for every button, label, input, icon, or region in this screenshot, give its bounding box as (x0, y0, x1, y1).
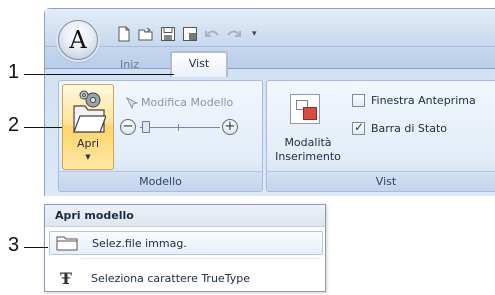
redo-icon[interactable] (226, 26, 242, 42)
slider-tick (178, 124, 179, 131)
group-vist-label: Vist (267, 171, 495, 191)
apri-label: Apri (76, 137, 100, 150)
menu-item-label: Selez.file immag. (92, 236, 187, 250)
undo-icon[interactable] (204, 26, 220, 42)
modalita-inserimento-button[interactable]: Modalità Inserimento (272, 86, 344, 172)
title-bar (45, 9, 495, 47)
application-button[interactable]: A (58, 20, 98, 60)
quick-access-toolbar: ▾ (116, 25, 257, 43)
customize-toolbar-arrow[interactable]: ▾ (252, 29, 257, 39)
finestra-anteprima-label: Finestra Anteprima (371, 94, 476, 107)
app-logo-letter: A (69, 26, 87, 54)
apri-dropdown-menu: Apri modello Selez.file immag. Ŧ Selezio… (44, 204, 326, 292)
tab-vist[interactable]: Vist (170, 51, 228, 77)
edit-template-icon (126, 96, 138, 109)
barra-di-stato-checkbox[interactable] (352, 120, 365, 135)
barra-di-stato-label: Barra di Stato (371, 122, 447, 135)
modalita-inserimento-label: Modalità Inserimento (275, 136, 341, 163)
zoom-slider[interactable]: − + (118, 118, 242, 136)
open-template-icon (73, 90, 106, 133)
callout-2: 2 (8, 114, 20, 136)
callout-3: 3 (8, 234, 20, 256)
callout-3-line (24, 247, 48, 248)
new-document-icon[interactable] (116, 26, 132, 42)
finestra-anteprima-check[interactable]: Finestra Anteprima (352, 94, 476, 107)
apri-button[interactable]: Apri ▼ (62, 84, 114, 170)
tab-vist-label: Vist (188, 57, 210, 70)
group-modello-label: Modello (59, 171, 262, 191)
menu-item-seleziona-truetype[interactable]: Ŧ Seleziona carattere TrueType (49, 265, 323, 291)
folder-icon (54, 233, 80, 253)
callout-1: 1 (8, 61, 20, 83)
finestra-anteprima-checkbox[interactable] (352, 94, 365, 107)
menu-header: Apri modello (45, 205, 325, 227)
callout-2-line (24, 127, 62, 128)
open-folder-icon[interactable] (138, 26, 154, 42)
slider-thumb[interactable] (142, 121, 150, 133)
print-preview-icon[interactable] (182, 26, 198, 42)
modifica-modello-button[interactable]: Modifica Modello (126, 96, 233, 109)
tab-strip (45, 47, 495, 69)
save-icon[interactable] (160, 26, 176, 42)
menu-item-selez-file-immag[interactable]: Selez.file immag. (49, 231, 323, 255)
modifica-modello-label: Modifica Modello (141, 96, 234, 109)
menu-separator (81, 258, 321, 259)
insert-mode-icon (290, 94, 320, 124)
tab-iniz[interactable]: Iniz (120, 58, 139, 71)
callout-1-line (24, 74, 174, 75)
chevron-down-icon: ▼ (85, 153, 91, 161)
zoom-in-button[interactable]: + (222, 119, 238, 135)
menu-item-label: Seleziona carattere TrueType (91, 271, 250, 285)
truetype-icon: Ŧ (60, 268, 72, 288)
barra-di-stato-check[interactable]: Barra di Stato (352, 120, 447, 135)
slider-track[interactable] (140, 127, 220, 128)
zoom-out-button[interactable]: − (120, 119, 136, 135)
